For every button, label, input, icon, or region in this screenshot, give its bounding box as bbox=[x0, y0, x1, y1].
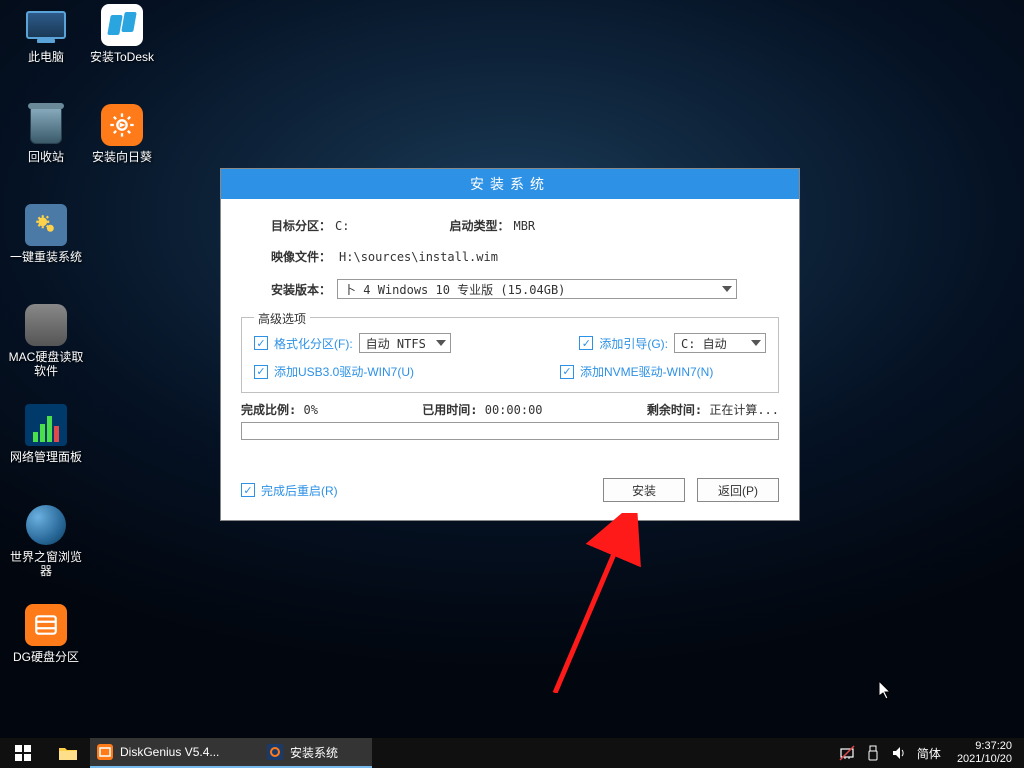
installer-icon bbox=[266, 743, 284, 761]
desktop-label: 安装ToDesk bbox=[84, 50, 160, 64]
desktop-label: 世界之窗浏览器 bbox=[8, 550, 84, 578]
progress-value: 0% bbox=[303, 403, 317, 417]
desktop-label: 此电脑 bbox=[8, 50, 84, 64]
pc-icon bbox=[25, 4, 67, 46]
desktop-icon-browser[interactable]: 世界之窗浏览器 bbox=[8, 504, 84, 578]
boot-type-label: 启动类型： bbox=[449, 217, 509, 234]
chevron-down-icon bbox=[751, 340, 761, 346]
status-row: 完成比例: 0% 已用时间: 00:00:00 剩余时间: 正在计算... bbox=[241, 401, 779, 418]
desktop-icon-net-panel[interactable]: 网络管理面板 bbox=[8, 404, 84, 464]
clock-time: 9:37:20 bbox=[957, 740, 1012, 753]
advanced-legend: 高级选项 bbox=[254, 310, 310, 327]
version-select-value: 卜 4 Windows 10 专业版 (15.04GB) bbox=[344, 281, 565, 298]
elapsed-label: 已用时间: bbox=[422, 403, 477, 417]
desktop-icon-reinstall[interactable]: 一键重装系统 bbox=[8, 204, 84, 264]
task-installer[interactable]: 安装系统 bbox=[260, 738, 372, 768]
start-button[interactable] bbox=[0, 738, 46, 768]
desktop-icon-todesk[interactable]: 安装ToDesk bbox=[84, 4, 160, 64]
bars-icon bbox=[25, 404, 67, 446]
target-partition-label: 目标分区： bbox=[271, 217, 331, 234]
installer-dialog: 安装系统 目标分区： C: 启动类型： MBR 映像文件： H:\sources… bbox=[220, 168, 800, 521]
desktop-label: 安装向日葵 bbox=[84, 150, 160, 164]
dialog-body: 目标分区： C: 启动类型： MBR 映像文件： H:\sources\inst… bbox=[221, 199, 799, 520]
dialog-title: 安装系统 bbox=[221, 169, 799, 199]
format-select-value: 自动 NTFS bbox=[366, 335, 426, 352]
dg-icon bbox=[25, 604, 67, 646]
addboot-label: 添加引导(G): bbox=[599, 335, 668, 352]
desktop-label: 网络管理面板 bbox=[8, 450, 84, 464]
task-label: DiskGenius V5.4... bbox=[120, 745, 219, 759]
advanced-fieldset: 高级选项 ✓ 格式化分区(F): 自动 NTFS ✓ 添加引导(G): bbox=[241, 317, 779, 393]
chevron-down-icon bbox=[722, 286, 732, 292]
format-label: 格式化分区(F): bbox=[274, 335, 353, 352]
ime-indicator[interactable]: 简体 bbox=[917, 745, 941, 762]
folder-icon bbox=[58, 745, 78, 761]
addboot-select[interactable]: C: 自动 bbox=[674, 333, 766, 353]
volume-icon[interactable] bbox=[891, 745, 907, 761]
clock-date: 2021/10/20 bbox=[957, 753, 1012, 766]
usb-icon[interactable] bbox=[865, 745, 881, 761]
desktop-icon-this-pc[interactable]: 此电脑 bbox=[8, 4, 84, 64]
windows-logo-icon bbox=[15, 745, 31, 761]
progress-label: 完成比例: bbox=[241, 403, 296, 417]
desktop-label: DG硬盘分区 bbox=[8, 650, 84, 664]
dg-icon bbox=[96, 743, 114, 761]
recycle-bin-icon bbox=[25, 104, 67, 146]
progress-bar bbox=[241, 422, 779, 440]
desktop-icon-sunflower[interactable]: 安装向日葵 bbox=[84, 104, 160, 164]
globe-icon bbox=[25, 504, 67, 546]
gears-icon bbox=[25, 204, 67, 246]
chevron-down-icon bbox=[436, 340, 446, 346]
nvme-label: 添加NVME驱动-WIN7(N) bbox=[580, 363, 713, 380]
addboot-checkbox[interactable]: ✓ bbox=[579, 336, 593, 350]
target-partition-value: C: bbox=[335, 219, 349, 233]
nvme-checkbox[interactable]: ✓ bbox=[560, 365, 574, 379]
version-select[interactable]: 卜 4 Windows 10 专业版 (15.04GB) bbox=[337, 279, 737, 299]
desktop-icon-mac-hdd[interactable]: MAC硬盘读取软件 bbox=[8, 304, 84, 378]
sunflower-icon bbox=[101, 104, 143, 146]
usb3-label: 添加USB3.0驱动-WIN7(U) bbox=[274, 363, 414, 380]
todesk-icon bbox=[101, 4, 143, 46]
task-diskgenius[interactable]: DiskGenius V5.4... bbox=[90, 738, 260, 768]
format-checkbox[interactable]: ✓ bbox=[254, 336, 268, 350]
system-tray: 简体 9:37:20 2021/10/20 bbox=[839, 738, 1024, 768]
usb3-checkbox[interactable]: ✓ bbox=[254, 365, 268, 379]
apple-hdd-icon bbox=[25, 304, 67, 346]
image-file-value: H:\sources\install.wim bbox=[339, 250, 498, 264]
network-icon[interactable] bbox=[839, 745, 855, 761]
desktop-label: 一键重装系统 bbox=[8, 250, 84, 264]
task-label: 安装系统 bbox=[290, 744, 338, 761]
elapsed-value: 00:00:00 bbox=[485, 403, 543, 417]
desktop-icon-recycle[interactable]: 回收站 bbox=[8, 104, 84, 164]
taskbar: DiskGenius V5.4... 安装系统 简体 9:37:20 2021/… bbox=[0, 738, 1024, 768]
remain-label: 剩余时间: bbox=[647, 403, 702, 417]
addboot-select-value: C: 自动 bbox=[681, 335, 727, 352]
explorer-button[interactable] bbox=[46, 738, 90, 768]
install-button[interactable]: 安装 bbox=[603, 478, 685, 502]
remain-value: 正在计算... bbox=[709, 403, 779, 417]
cursor-icon bbox=[879, 681, 893, 701]
restart-label: 完成后重启(R) bbox=[261, 482, 338, 499]
desktop-icon-dg[interactable]: DG硬盘分区 bbox=[8, 604, 84, 664]
format-select[interactable]: 自动 NTFS bbox=[359, 333, 451, 353]
boot-type-value: MBR bbox=[513, 219, 535, 233]
back-button[interactable]: 返回(P) bbox=[697, 478, 779, 502]
desktop-label: MAC硬盘读取软件 bbox=[8, 350, 84, 378]
image-file-label: 映像文件： bbox=[271, 248, 331, 265]
restart-checkbox[interactable]: ✓ bbox=[241, 483, 255, 497]
desktop-label: 回收站 bbox=[8, 150, 84, 164]
version-label: 安装版本： bbox=[271, 281, 331, 298]
clock[interactable]: 9:37:20 2021/10/20 bbox=[951, 740, 1018, 766]
